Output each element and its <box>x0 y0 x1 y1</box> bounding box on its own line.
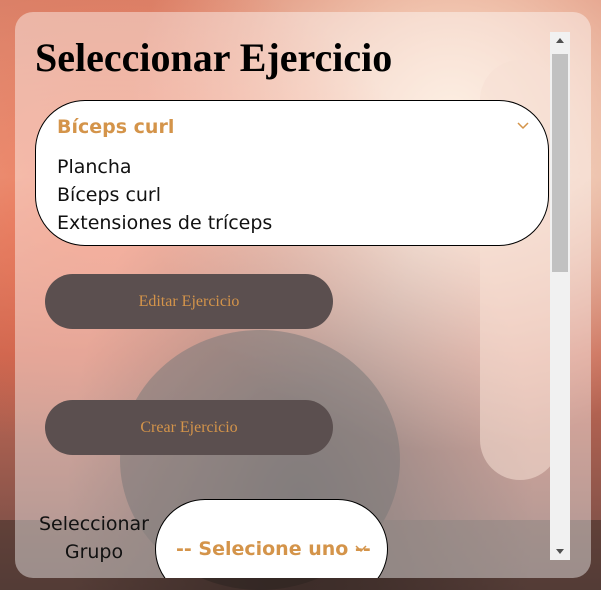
scroll-down-arrow-icon[interactable] <box>550 543 570 560</box>
group-select-label: Seleccionar Grupo <box>38 513 149 563</box>
exercise-option-biceps-curl[interactable]: Bíceps curl <box>57 184 161 206</box>
group-selected-value: -- Selecione uno -- <box>176 538 371 560</box>
vertical-scrollbar[interactable] <box>550 32 570 560</box>
edit-exercise-button[interactable]: Editar Ejercicio <box>45 274 333 329</box>
chevron-down-icon[interactable] <box>516 119 530 133</box>
chevron-down-icon[interactable] <box>354 542 368 556</box>
group-select[interactable]: -- Selecione uno -- <box>155 499 388 578</box>
scroll-up-arrow-icon[interactable] <box>550 32 570 49</box>
create-exercise-button[interactable]: Crear Ejercicio <box>45 400 333 455</box>
exercise-option-extensiones-triceps[interactable]: Extensiones de tríceps <box>57 212 272 234</box>
exercise-select[interactable]: Bíceps curl Plancha Bíceps curl Extensio… <box>35 100 549 246</box>
exercise-selection-panel: Seleccionar Ejercicio Bíceps curl Planch… <box>15 12 591 578</box>
exercise-selected-value: Bíceps curl <box>57 116 175 138</box>
exercise-option-plancha[interactable]: Plancha <box>57 156 132 178</box>
scrollbar-thumb[interactable] <box>552 54 568 272</box>
page-title: Seleccionar Ejercicio <box>35 35 393 80</box>
